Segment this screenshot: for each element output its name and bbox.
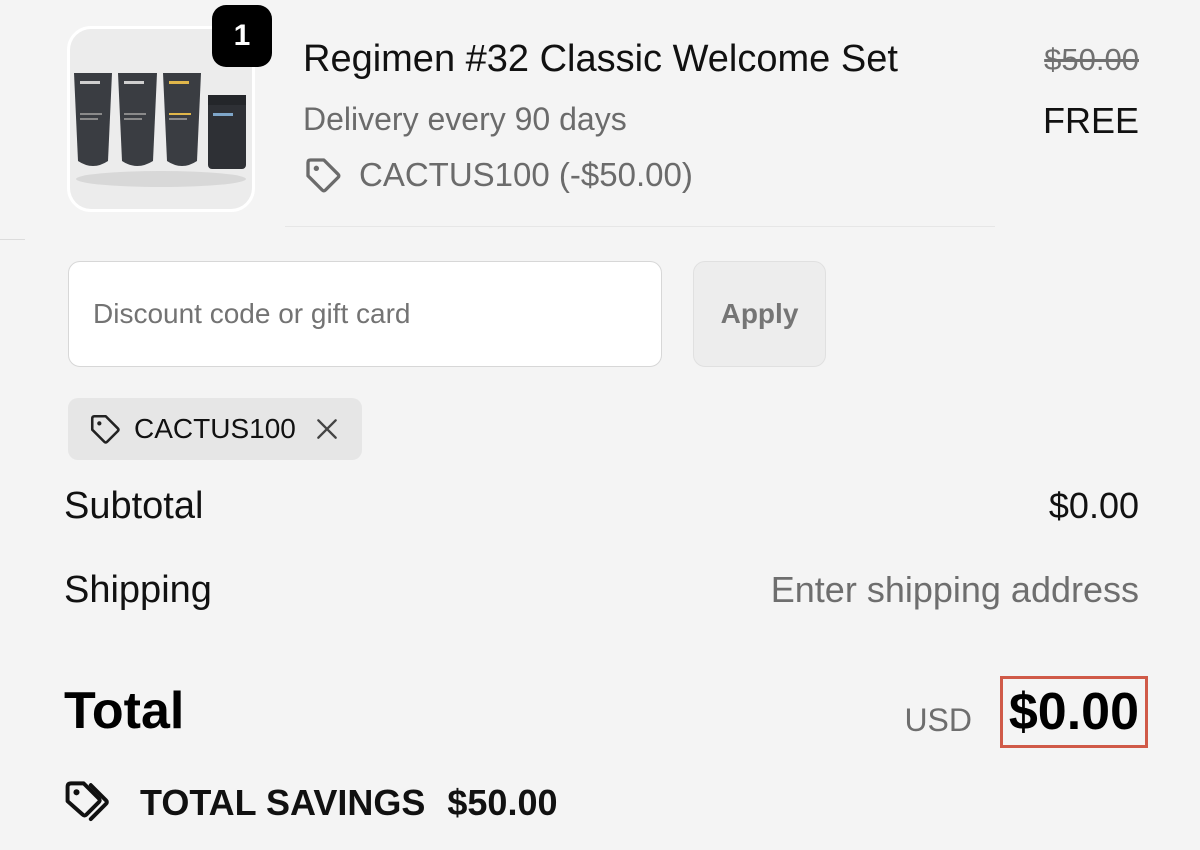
subtotal-label: Subtotal [64, 485, 204, 527]
product-price: FREE [1042, 100, 1139, 141]
quantity-badge: 1 [212, 5, 272, 67]
divider [285, 226, 995, 227]
divider [0, 239, 25, 240]
applied-discount-code: CACTUS100 [134, 413, 296, 444]
product-discount-text: CACTUS100 (-$50.00) [359, 156, 693, 193]
remove-discount-button[interactable] [314, 416, 340, 442]
total-savings: TOTAL SAVINGS $50.00 [64, 778, 557, 828]
total-savings-label: TOTAL SAVINGS [140, 782, 426, 823]
discount-code-input[interactable] [68, 261, 662, 367]
tag-icon [90, 414, 120, 444]
applied-discount-chip: CACTUS100 [68, 398, 362, 460]
tag-icon [306, 158, 341, 193]
total-savings-amount: $50.00 [447, 782, 558, 823]
delivery-frequency: Delivery every 90 days [303, 101, 627, 137]
close-icon [316, 419, 337, 439]
total-amount: $0.00 [999, 676, 1148, 748]
product-discount-line: CACTUS100 (-$50.00) [303, 152, 693, 198]
shipping-label: Shipping [64, 569, 212, 611]
subtotal-value: $0.00 [1048, 485, 1139, 526]
currency-code: USD [904, 702, 972, 738]
product-title: Regimen #32 Classic Welcome Set [303, 38, 898, 80]
savings-tags-icon [65, 781, 109, 822]
shipping-value: Enter shipping address [770, 569, 1139, 610]
total-label: Total [64, 682, 185, 740]
original-price: $50.00 [1044, 42, 1139, 77]
apply-button[interactable]: Apply [693, 261, 826, 367]
